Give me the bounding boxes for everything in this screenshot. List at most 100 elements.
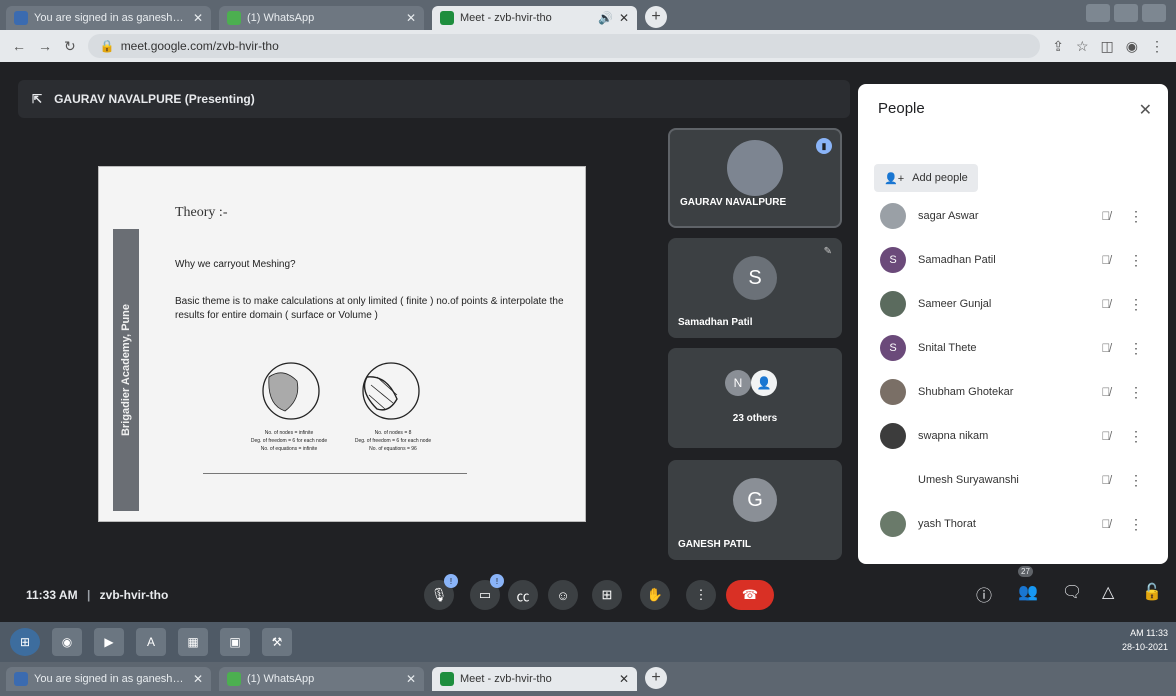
menu-dots-icon[interactable]: ⋮ [1150, 38, 1164, 55]
hand-icon: ✋ [646, 587, 664, 602]
avatar: G [733, 478, 777, 522]
windows-taskbar: ⊞ ◉ ▶ A ▦ ▣ ⚒ AM 11:33 28-10-2021 [0, 622, 1176, 662]
avatar: S [880, 335, 906, 361]
people-button[interactable]: 👥 27 [1018, 566, 1038, 602]
presenter-label: GAURAV NAVALPURE (Presenting) [54, 92, 255, 106]
browser-tab-signed-in[interactable]: You are signed in as ganesh_patil ✕ [6, 6, 211, 30]
list-item[interactable]: S Samadhan Patil 🎙̸ ⋮ [858, 238, 1168, 282]
bookmark-star-icon[interactable]: ☆ [1076, 38, 1089, 55]
participant-tile-gaurav[interactable]: ▮ GAURAV NAVALPURE [668, 128, 842, 228]
browser-tab-meet[interactable]: Meet - zvb-hvir-tho 🔊 ✕ [432, 6, 637, 30]
user-icon: 👤 [751, 370, 777, 396]
close-icon[interactable]: ✕ [619, 11, 629, 25]
close-icon[interactable]: ✕ [1139, 100, 1152, 120]
maximize-button[interactable] [1114, 4, 1138, 22]
chrome-icon[interactable]: ◉ [52, 628, 82, 656]
mic-button[interactable]: 🎙! [424, 574, 458, 610]
minimize-button[interactable] [1086, 4, 1110, 22]
list-item[interactable]: swapna nikam 🎙̸ ⋮ [858, 414, 1168, 458]
mic-off-icon: ✎ [823, 246, 832, 257]
share-icon[interactable]: ⇪ [1052, 38, 1064, 55]
more-options-icon[interactable]: ⋮ [1126, 252, 1146, 269]
reactions-button[interactable]: ☺ [548, 580, 578, 610]
pdf-reader-icon[interactable]: A [136, 628, 166, 656]
browser-tab-whatsapp[interactable]: (1) WhatsApp ✕ [219, 667, 424, 691]
more-options-icon[interactable]: ⋮ [1126, 428, 1146, 445]
tab-favicon-icon [14, 11, 28, 25]
present-icon: ⇱ [32, 92, 43, 106]
participant-tile-others[interactable]: N 👤 23 others [668, 348, 842, 448]
more-options-icon: ⋮ [694, 587, 708, 602]
new-tab-button[interactable]: + [645, 6, 667, 28]
participant-tile-ganesh[interactable]: G GANESH PATIL [668, 460, 842, 560]
present-button[interactable]: ⊞ [592, 580, 622, 610]
host-controls-icon[interactable]: 🔓 [1142, 582, 1162, 602]
list-item[interactable]: Shubham Ghotekar 🎙̸ ⋮ [858, 370, 1168, 414]
participant-count: 27 [1018, 566, 1033, 577]
close-icon[interactable]: ✕ [406, 672, 416, 686]
whatsapp-icon [227, 11, 241, 25]
person-name: Samadhan Patil [918, 254, 996, 266]
browser-tab-strip: You are signed in as ganesh_patil ✕ (1) … [0, 0, 1176, 30]
url-field[interactable]: 🔒 meet.google.com/zvb-hvir-tho [87, 34, 1041, 58]
secondary-tab-strip: You are signed in as ganesh_patil ✕ (1) … [0, 662, 1176, 696]
close-icon[interactable]: ✕ [406, 11, 416, 25]
more-options-icon[interactable]: ⋮ [1126, 384, 1146, 401]
back-icon[interactable]: ← [12, 38, 26, 54]
start-button[interactable]: ⊞ [10, 628, 40, 656]
people-icon: 👥 [1018, 584, 1038, 601]
more-options-icon[interactable]: ⋮ [1126, 296, 1146, 313]
reload-icon[interactable]: ↻ [64, 38, 76, 55]
close-icon[interactable]: ✕ [193, 672, 203, 686]
browser-tab-meet[interactable]: Meet - zvb-hvir-tho ✕ [432, 667, 637, 691]
tool-icon[interactable]: ⚒ [262, 628, 292, 656]
add-people-button[interactable]: 👤+ Add people [874, 164, 978, 192]
chat-icon[interactable]: 🗨 [1062, 582, 1082, 602]
list-item[interactable]: Sameer Gunjal 🎙̸ ⋮ [858, 282, 1168, 326]
person-name: Sameer Gunjal [918, 298, 992, 310]
raise-hand-button[interactable]: ✋ [640, 580, 670, 610]
explorer-icon[interactable]: ▦ [178, 628, 208, 656]
system-clock: AM 11:33 28-10-2021 [1122, 626, 1168, 654]
clock-date: 28-10-2021 [1121, 642, 1168, 652]
camera-button[interactable]: ▭! [470, 574, 504, 610]
sidepanel-icon[interactable]: ◫ [1101, 38, 1114, 55]
more-options-icon[interactable]: ⋮ [1126, 208, 1146, 225]
browser-tab-signed-in[interactable]: You are signed in as ganesh_patil ✕ [6, 667, 211, 691]
new-tab-button[interactable]: + [645, 667, 667, 689]
more-options-icon[interactable]: ⋮ [1126, 340, 1146, 357]
meeting-info: 11:33 AM | zvb-hvir-tho [26, 588, 168, 602]
meeting-details-icon[interactable]: ⓘ [976, 582, 992, 606]
close-icon[interactable]: ✕ [193, 11, 203, 25]
mic-off-icon: 🎙 [430, 587, 448, 602]
activities-icon[interactable]: △ [1102, 582, 1114, 602]
profile-icon[interactable]: ◉ [1126, 38, 1138, 55]
tile-name: GAURAV NAVALPURE [680, 197, 787, 208]
media-player-icon[interactable]: ▶ [94, 628, 124, 656]
more-options-icon[interactable]: ⋮ [1126, 516, 1146, 533]
slide-side-band: Brigadier Academy, Pune [113, 229, 139, 511]
window-close-button[interactable] [1142, 4, 1166, 22]
slide-divider [203, 473, 467, 474]
more-options-icon[interactable]: ⋮ [1126, 472, 1146, 489]
end-call-button[interactable]: ☎ [726, 580, 774, 610]
image-viewer-icon[interactable]: ▣ [220, 628, 250, 656]
list-item[interactable]: sagar Aswar 🎙̸ ⋮ [858, 194, 1168, 238]
close-icon[interactable]: ✕ [619, 672, 629, 686]
list-item[interactable]: Umesh Suryawanshi 🎙̸ ⋮ [858, 458, 1168, 502]
mic-off-icon: 🎙̸ [1101, 209, 1111, 223]
alert-badge: ! [444, 574, 458, 588]
tab-favicon-icon [14, 672, 28, 686]
mic-off-icon: 🎙̸ [1101, 253, 1111, 267]
list-item[interactable]: S Snital Thete 🎙̸ ⋮ [858, 326, 1168, 370]
clock-time: AM 11:33 [1130, 628, 1168, 638]
people-list: sagar Aswar 🎙̸ ⋮ S Samadhan Patil 🎙̸ ⋮ Sameer… [858, 194, 1168, 546]
more-options-button[interactable]: ⋮ [686, 580, 716, 610]
browser-tab-whatsapp[interactable]: (1) WhatsApp ✕ [219, 6, 424, 30]
participant-tile-samadhan[interactable]: S ✎ Samadhan Patil [668, 238, 842, 338]
mesh-diagram [262, 362, 420, 420]
forward-icon[interactable]: → [38, 38, 52, 54]
captions-button[interactable]: ㏄ [508, 580, 538, 610]
phone-hangup-icon: ☎ [741, 587, 759, 602]
list-item[interactable]: yash Thorat 🎙̸ ⋮ [858, 502, 1168, 546]
